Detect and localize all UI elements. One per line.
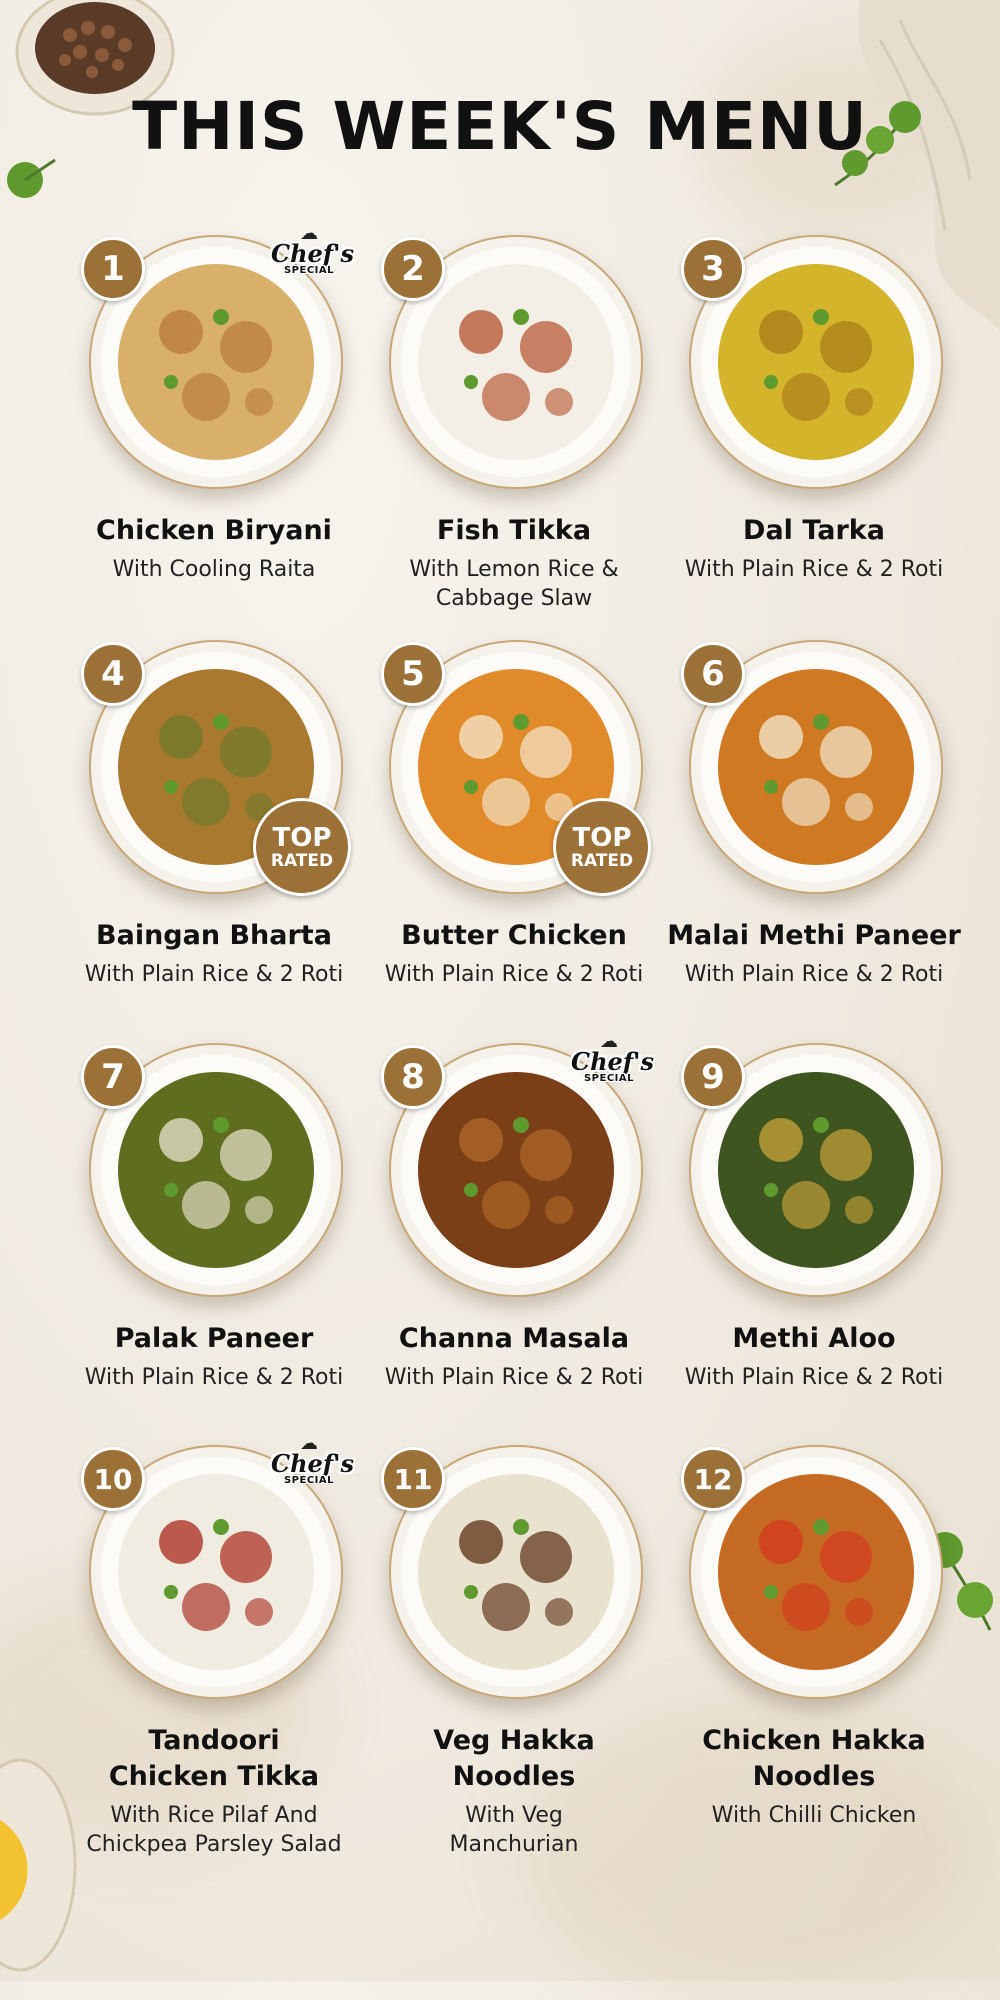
dish-name: Chicken Biryani — [96, 515, 332, 546]
dish-name: Fish Tikka — [436, 515, 592, 546]
item-number-badge: 12 — [681, 1447, 745, 1511]
item-number-badge: 3 — [681, 237, 745, 301]
top-rated-line2: RATED — [570, 850, 634, 871]
dish-plate: 9 — [681, 1043, 943, 1297]
menu-item: 2 Fish Tikka With Lemon Rice & Cabbage Sla… — [364, 230, 664, 635]
item-number-badge: 11 — [381, 1447, 445, 1511]
top-rated-line1: TOP — [272, 822, 332, 853]
dish-accompaniment: With Plain Rice & 2 Roti — [384, 962, 644, 987]
dish-plate: 11 — [381, 1445, 643, 1699]
dish-name: Baingan Bharta — [96, 920, 332, 951]
menu-item: 7 Palak Paneer With Plain Rice & 2 Roti — [64, 1038, 364, 1440]
dish-name: Malai Methi Paneer — [667, 920, 961, 951]
dish-accompaniment: With Plain Rice & 2 Roti — [84, 1365, 344, 1390]
dish-name: Dal Tarka — [743, 515, 885, 546]
menu-item: 9 Methi Aloo With Plain Rice & 2 Roti — [664, 1038, 964, 1440]
menu-item: 6 Malai Methi Paneer With Plain Rice & 2 R… — [664, 635, 964, 1038]
menu-item: 11 Veg Hakka Noodles With Veg Manchurian — [364, 1440, 664, 1860]
menu-item: 8 ☁ Chef's SPECIAL Channa Masala With Plain R… — [364, 1033, 664, 1440]
chefs-special-badge: ☁ Chef's SPECIAL — [271, 1435, 355, 1501]
item-number-badge: 4 — [81, 642, 145, 706]
dish-plate: 8 ☁ Chef's SPECIAL — [381, 1033, 654, 1297]
dish-name: Channa Masala — [398, 1323, 630, 1354]
dish-plate: 1 ☁ Chef's SPECIAL — [81, 225, 354, 489]
item-number-badge: 2 — [381, 237, 445, 301]
dish-plate: 12 — [681, 1445, 943, 1699]
top-rated-line1: TOP — [572, 822, 632, 853]
menu-grid: 1 ☁ Chef's SPECIAL Chicken Biryani With Cooli… — [64, 225, 961, 1860]
menu-item: 1 ☁ Chef's SPECIAL Chicken Biryani With Cooli… — [64, 225, 364, 635]
dish-name: Palak Paneer — [114, 1323, 314, 1354]
item-number-badge: 8 — [381, 1045, 445, 1109]
chefs-special-line1: Chef's — [571, 1047, 655, 1076]
dish-accompaniment: With Plain Rice & 2 Roti — [684, 962, 944, 987]
dish-plate: 6 — [681, 640, 943, 894]
chefs-special-badge: ☁ Chef's SPECIAL — [571, 1033, 655, 1099]
top-rated-badge: TOP RATED — [253, 798, 351, 896]
dish-accompaniment: With Plain Rice & 2 Roti — [684, 557, 944, 582]
dish-plate: 4 TOP RATED — [81, 640, 351, 896]
dish-accompaniment: With Lemon Rice & Cabbage Slaw — [409, 557, 619, 611]
dish-accompaniment: With Cooling Raita — [112, 557, 316, 582]
dish-accompaniment: With Plain Rice & 2 Roti — [84, 962, 344, 987]
dish-plate: 7 — [81, 1043, 343, 1297]
item-number-badge: 6 — [681, 642, 745, 706]
dish-name: Methi Aloo — [732, 1323, 896, 1354]
chefs-special-line1: Chef's — [271, 239, 355, 268]
menu-item: 10 ☁ Chef's SPECIAL Tandoori Chicken Tikka Wi… — [64, 1435, 364, 1860]
page-title: THIS WEEK'S MENU — [132, 88, 868, 165]
dish-accompaniment: With Plain Rice & 2 Roti — [684, 1365, 944, 1390]
item-number-badge: 9 — [681, 1045, 745, 1109]
item-number-badge: 10 — [81, 1447, 145, 1511]
menu-item: 5 TOP RATED Butter Chicken With Plain Rice &… — [364, 635, 664, 1038]
dish-name: Chicken Hakka Noodles — [702, 1725, 926, 1792]
dish-name: Veg Hakka Noodles — [433, 1725, 595, 1792]
menu-item: 4 TOP RATED Baingan Bharta With Plain Rice &… — [64, 635, 364, 1038]
dish-accompaniment: With Plain Rice & 2 Roti — [384, 1365, 644, 1390]
top-rated-badge: TOP RATED — [553, 798, 651, 896]
chefs-special-line1: Chef's — [271, 1449, 355, 1478]
item-number-badge: 5 — [381, 642, 445, 706]
dish-accompaniment: With Rice Pilaf And Chickpea Parsley Sal… — [86, 1803, 342, 1857]
menu-item: 3 Dal Tarka With Plain Rice & 2 Roti — [664, 230, 964, 635]
menu-item: 12 Chicken Hakka Noodles With Chilli Chick… — [664, 1440, 964, 1860]
item-number-badge: 1 — [81, 237, 145, 301]
dish-plate: 3 — [681, 235, 943, 489]
dish-accompaniment: With Chilli Chicken — [711, 1803, 917, 1828]
dish-plate: 2 — [381, 235, 643, 489]
dish-plate: 10 ☁ Chef's SPECIAL — [81, 1435, 354, 1699]
item-number-badge: 7 — [81, 1045, 145, 1109]
dish-name: Butter Chicken — [401, 920, 627, 951]
top-rated-line2: RATED — [270, 850, 334, 871]
dish-name: Tandoori Chicken Tikka — [108, 1725, 320, 1792]
dish-accompaniment: With Veg Manchurian — [449, 1803, 579, 1857]
chefs-special-badge: ☁ Chef's SPECIAL — [271, 225, 355, 291]
dish-plate: 5 TOP RATED — [381, 640, 651, 896]
